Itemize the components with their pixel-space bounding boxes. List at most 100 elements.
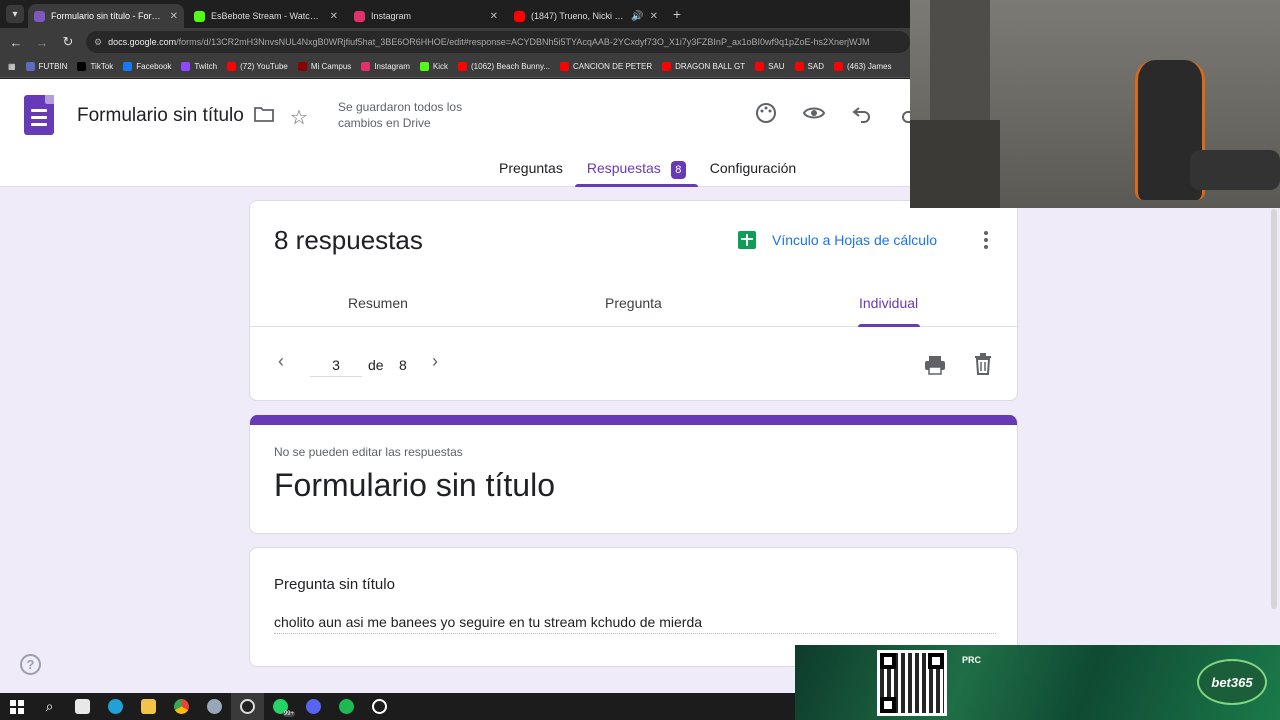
webcam-background-shelf — [910, 120, 1000, 208]
response-pager: ‹ de 8 › — [250, 327, 1019, 401]
tab-configuracion[interactable]: Configuración — [698, 159, 808, 187]
undo-icon[interactable] — [850, 101, 874, 125]
delete-trash-icon[interactable] — [974, 353, 992, 375]
site-info-icon[interactable]: ⚙ — [94, 37, 102, 48]
chrome-icon[interactable] — [165, 693, 198, 720]
bookmark-favicon-icon — [25, 62, 35, 71]
bookmark-favicon-icon — [123, 62, 133, 71]
palette-icon[interactable] — [754, 101, 778, 125]
save-status: Se guardaron todos los cambios en Drive — [338, 100, 463, 130]
document-title[interactable]: Formulario sin título — [77, 105, 244, 127]
webcam-desk-arm — [1190, 150, 1280, 190]
tab-search-dropdown-icon[interactable]: ▾ — [6, 5, 24, 23]
browser-tab-kick[interactable]: EsBebote Stream - Watch Live o ✕ — [188, 4, 344, 28]
bookmark-item[interactable]: TikTok — [77, 62, 113, 71]
bookmark-label: FUTBIN — [38, 62, 68, 71]
bookmark-favicon-icon — [297, 62, 307, 71]
bookmark-label: Mi Campus — [310, 62, 352, 71]
bookmark-label: (463) James — [847, 62, 892, 71]
preview-eye-icon[interactable] — [802, 101, 826, 125]
browser-tab-bar: ▾ Formulario sin título - Formular ✕ EsB… — [0, 0, 910, 28]
chevron-right-icon[interactable]: › — [432, 351, 438, 372]
google-forms-favicon-icon — [34, 10, 45, 22]
link-to-sheets[interactable]: Vínculo a Hojas de cálculo — [772, 232, 937, 248]
subtab-individual[interactable]: Individual — [859, 295, 918, 311]
bookmark-item[interactable]: CANCION DE PETER — [560, 62, 652, 71]
chevron-left-icon[interactable]: ‹ — [278, 351, 284, 372]
subtab-resumen[interactable]: Resumen — [348, 295, 408, 311]
tab-close-icon[interactable]: ✕ — [330, 11, 338, 22]
bookmark-item[interactable]: SAD — [794, 62, 824, 71]
tab-preguntas[interactable]: Preguntas — [487, 159, 575, 187]
notification-badge: 99+ — [282, 711, 295, 717]
bookmark-favicon-icon — [755, 62, 765, 71]
windows-taskbar: ⌕ 99+ — [0, 693, 795, 720]
apps-grid-icon[interactable]: ▦ — [8, 62, 16, 71]
bookmark-favicon-icon — [794, 62, 804, 71]
edge-icon[interactable] — [99, 693, 132, 720]
screen: ▾ Formulario sin título - Formular ✕ EsB… — [0, 0, 1280, 720]
tab-close-icon[interactable]: ✕ — [650, 11, 658, 22]
obs-icon[interactable] — [231, 693, 264, 720]
more-vert-icon[interactable] — [978, 229, 994, 251]
tab-respuestas[interactable]: Respuestas 8 — [574, 159, 698, 187]
bookmark-item[interactable]: (463) James — [834, 62, 891, 71]
windows-start-icon[interactable] — [0, 693, 33, 720]
responses-summary-card: 8 respuestas Vínculo a Hojas de cálculo … — [249, 200, 1019, 401]
app-icon[interactable] — [198, 693, 231, 720]
store-icon[interactable] — [66, 693, 99, 720]
reload-icon[interactable]: ↻ — [60, 34, 76, 50]
address-bar[interactable]: ⚙ docs.google.com/forms/d/13CR2mH3NnvsNU… — [86, 31, 910, 53]
print-icon[interactable] — [924, 355, 946, 375]
response-number-input[interactable] — [310, 353, 362, 377]
bookmark-favicon-icon — [361, 62, 371, 71]
bookmark-label: (72) YouTube — [240, 62, 288, 71]
bookmark-item[interactable]: Mi Campus — [297, 62, 352, 71]
spotify-icon[interactable] — [330, 693, 363, 720]
responses-count-title: 8 respuestas — [274, 225, 423, 255]
bookmark-item[interactable]: Facebook — [123, 62, 171, 71]
page-scrollbar[interactable] — [1271, 209, 1277, 609]
file-explorer-icon[interactable] — [132, 693, 165, 720]
steelseries-icon[interactable] — [363, 693, 396, 720]
search-icon[interactable]: ⌕ — [33, 693, 66, 720]
bookmark-item[interactable]: SAU — [755, 62, 785, 71]
pager-of-label: de — [368, 357, 384, 373]
google-forms-logo-icon[interactable] — [24, 95, 54, 135]
back-arrow-icon[interactable]: ← — [8, 35, 24, 50]
bookmark-item[interactable]: DRAGON BALL GT — [662, 62, 745, 71]
kick-favicon-icon — [194, 10, 205, 22]
discord-icon[interactable] — [297, 693, 330, 720]
bookmark-label: SAU — [768, 62, 785, 71]
bookmark-item[interactable]: FUTBIN — [25, 62, 68, 71]
subtab-pregunta[interactable]: Pregunta — [605, 295, 662, 311]
bookmark-favicon-icon — [419, 62, 429, 71]
tab-close-icon[interactable]: ✕ — [490, 11, 498, 22]
bookmark-item[interactable]: (72) YouTube — [227, 62, 288, 71]
browser-tab-forms[interactable]: Formulario sin título - Formular ✕ — [28, 4, 184, 28]
browser-tab-youtube[interactable]: (1847) Trueno, Nicki Nicole 🔊 ✕ — [508, 4, 664, 28]
folder-icon[interactable] — [254, 106, 274, 122]
bookmark-item[interactable]: (1062) Beach Bunny... — [458, 62, 550, 71]
pager-total: 8 — [399, 357, 407, 373]
bookmark-item[interactable]: Kick — [419, 62, 448, 71]
bookmark-label: SAD — [807, 62, 824, 71]
tab-label: Preguntas — [499, 160, 563, 176]
new-tab-button[interactable]: + — [668, 5, 686, 23]
browser-tab-instagram[interactable]: Instagram ✕ — [348, 4, 504, 28]
help-icon[interactable]: ? — [20, 654, 41, 675]
bookmark-favicon-icon — [77, 62, 87, 71]
youtube-favicon-icon — [514, 10, 525, 22]
whatsapp-icon[interactable]: 99+ — [264, 693, 297, 720]
speaker-icon[interactable]: 🔊 — [631, 11, 643, 22]
bookmarks-bar: ▦ FUTBIN TikTok Facebook Twitch (72) YouTube… — [0, 56, 910, 78]
tab-close-icon[interactable]: ✕ — [170, 11, 178, 22]
tab-label: Respuestas — [586, 160, 661, 176]
bookmark-favicon-icon — [560, 62, 570, 71]
bookmark-item[interactable]: Twitch — [181, 62, 217, 71]
forward-arrow-icon[interactable]: → — [34, 35, 50, 50]
read-only-notice: No se pueden editar las respuestas — [274, 445, 463, 459]
star-icon[interactable]: ☆ — [290, 105, 308, 130]
bookmark-item[interactable]: Instagram — [361, 62, 410, 71]
sheets-icon[interactable] — [738, 231, 756, 249]
